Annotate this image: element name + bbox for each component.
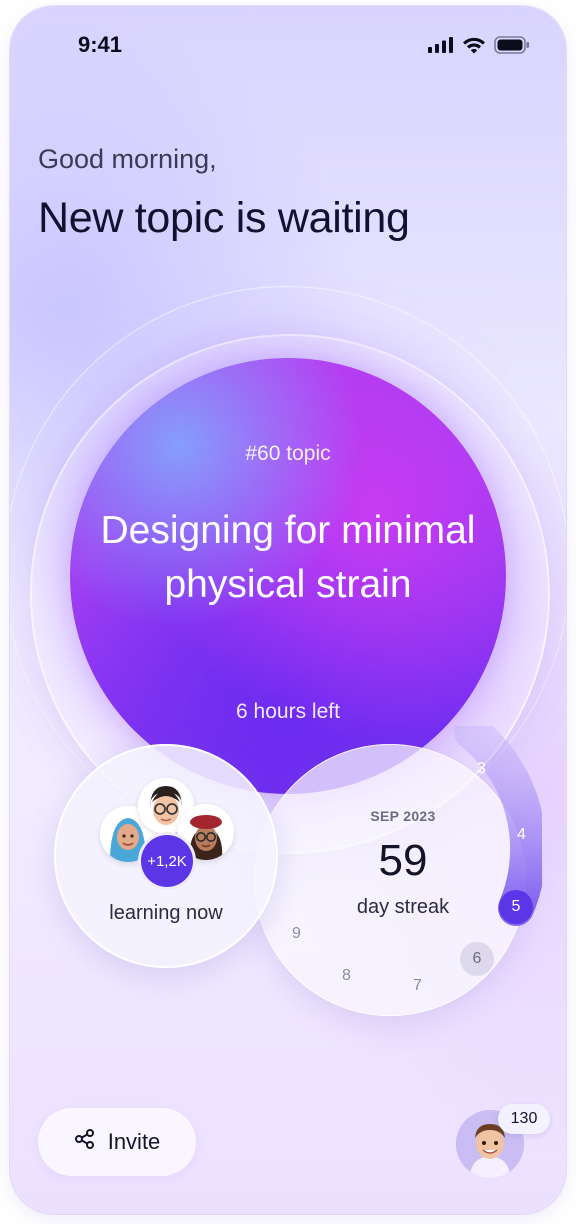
dial-day-5-current[interactable]: 5	[499, 890, 533, 924]
dial-day-6[interactable]: 6	[460, 942, 494, 976]
streak-dial[interactable]: 3 4 5 6 7 8 9 SEP 2023 59 day streak	[244, 726, 542, 1016]
dial-day-3: 3	[477, 760, 486, 777]
invite-button[interactable]: Invite	[38, 1108, 196, 1176]
greeting-text: Good morning,	[38, 144, 217, 174]
topic-title: Designing for minimal physical strain	[100, 509, 476, 606]
points-badge: 130	[498, 1104, 550, 1134]
dial-day-8: 8	[342, 967, 351, 984]
streak-month: SEP 2023	[370, 808, 436, 824]
share-icon	[74, 1128, 96, 1156]
dial-day-9: 9	[292, 925, 301, 942]
status-bar: 9:41	[10, 6, 566, 76]
learners-count-badge: +1,2K	[138, 832, 196, 890]
learning-now-card[interactable]: +1,2K learning now	[54, 744, 278, 968]
invite-label: Invite	[107, 1129, 161, 1154]
topic-number: #60 topic	[245, 442, 331, 465]
battery-icon	[494, 36, 530, 59]
streak-label: day streak	[356, 896, 450, 918]
wifi-icon	[462, 37, 486, 59]
streak-count: 59	[378, 836, 428, 885]
status-icons	[428, 36, 530, 59]
signal-icon	[428, 37, 454, 58]
dial-day-7: 7	[413, 977, 422, 994]
page-title: New topic is waiting	[38, 194, 410, 242]
learning-now-label: learning now	[109, 902, 223, 924]
app-screen: 9:41 Good morning, New topic is waiting …	[10, 6, 566, 1214]
topic-time-left: 6 hours left	[236, 700, 340, 723]
dial-day-4: 4	[517, 826, 526, 843]
status-time: 9:41	[78, 32, 123, 57]
